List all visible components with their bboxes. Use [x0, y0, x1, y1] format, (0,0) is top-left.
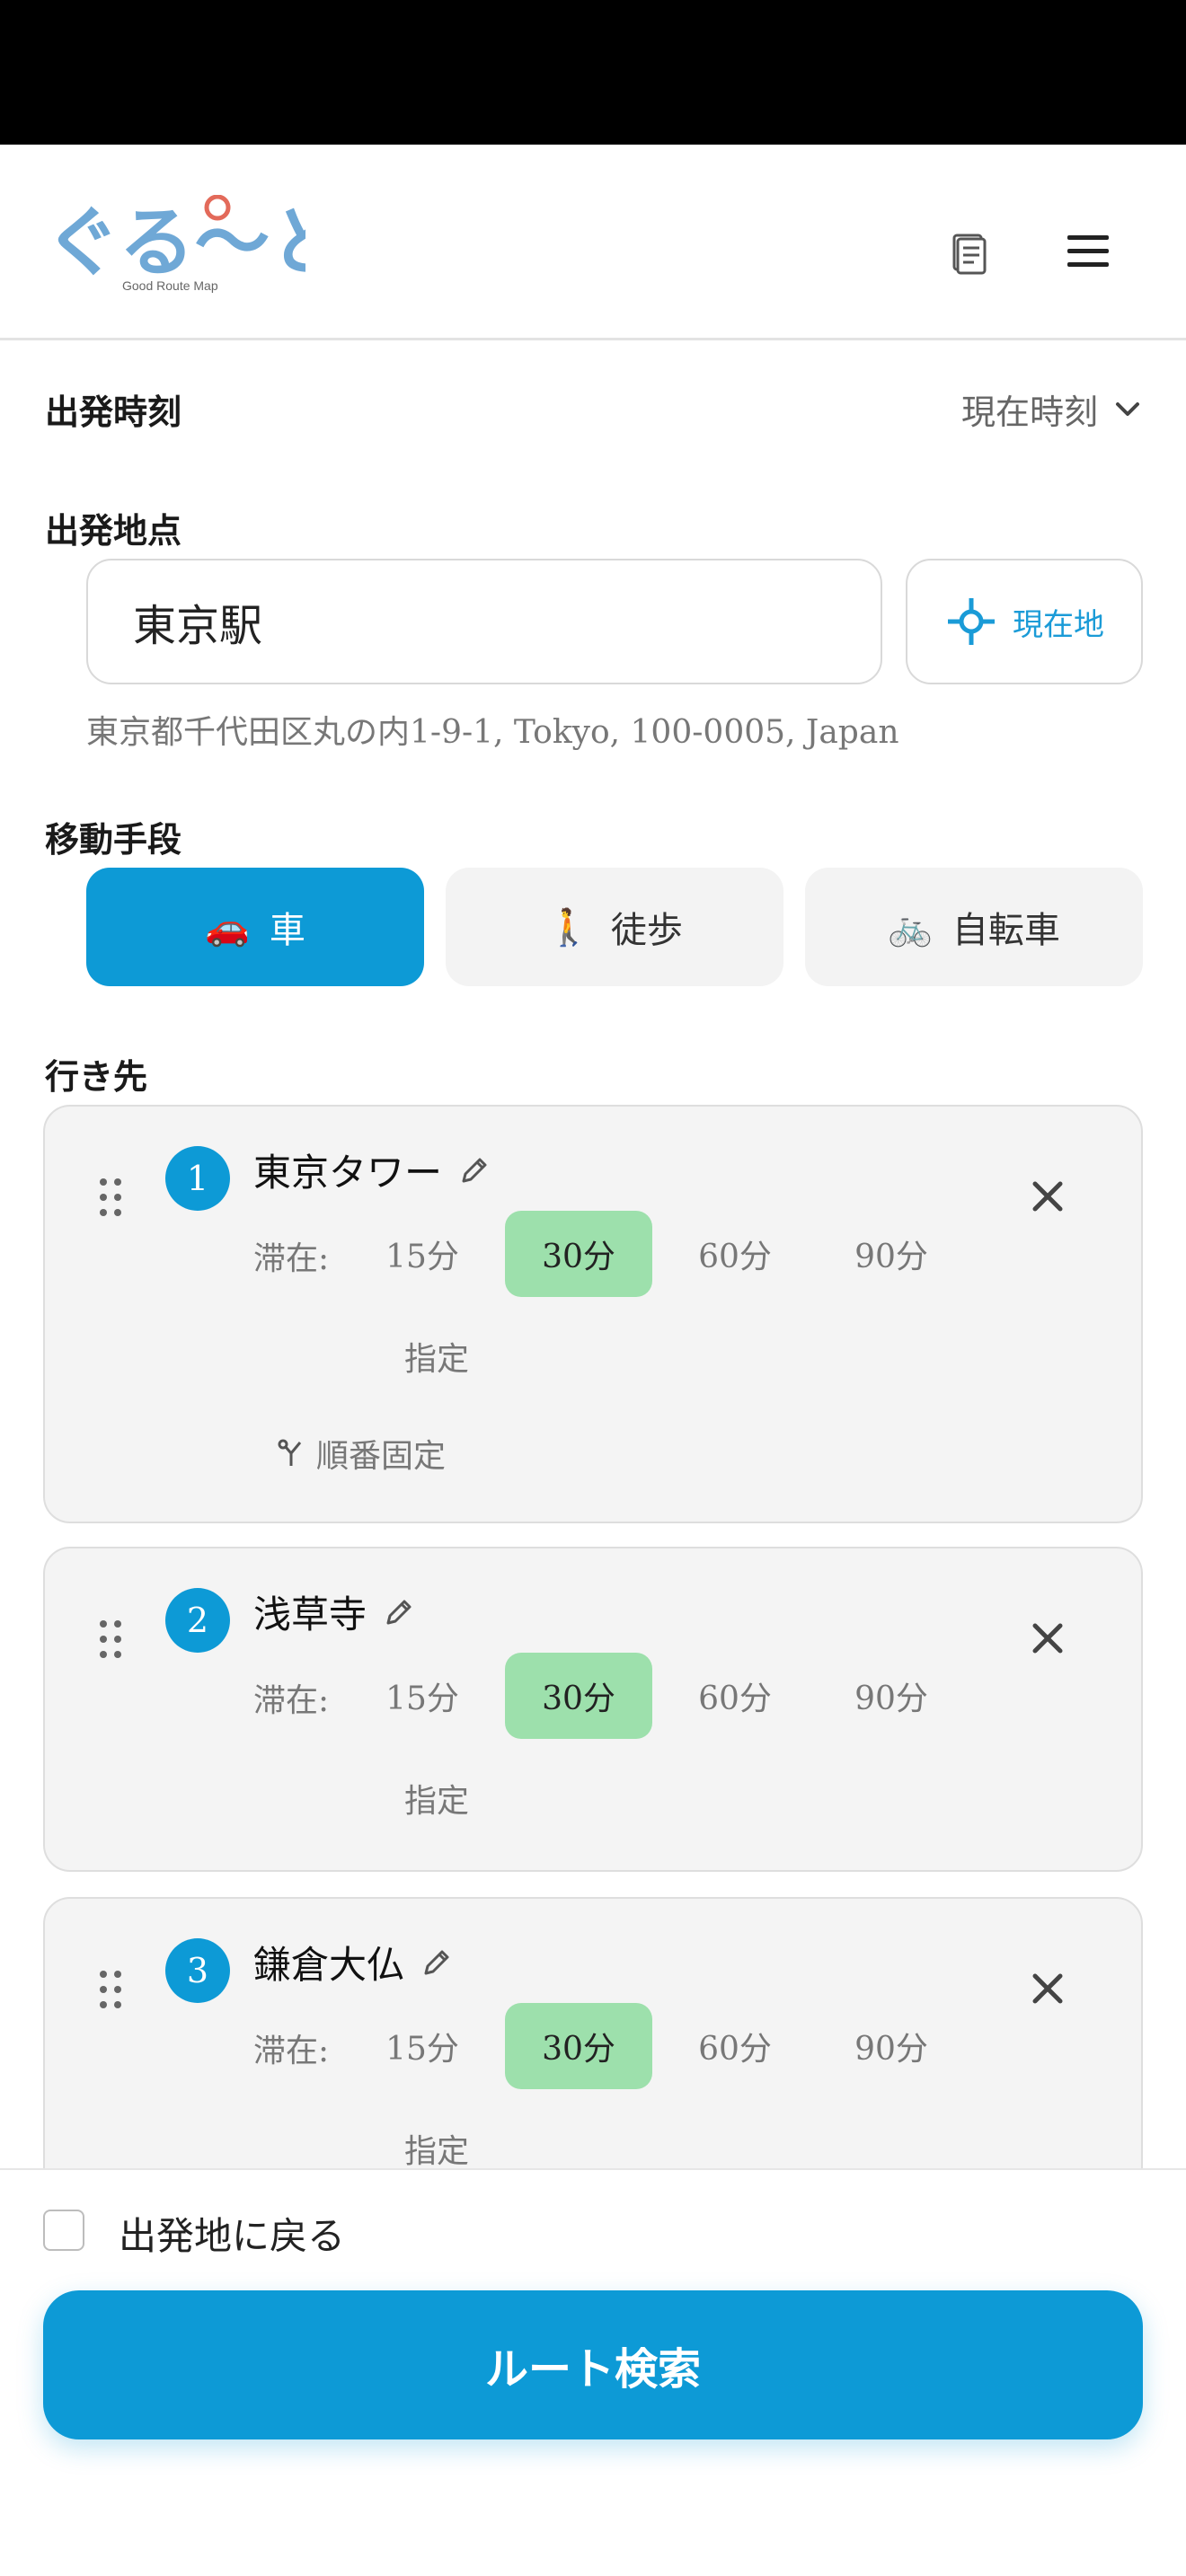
destination-card-2: 2 浅草寺 滞在: 15分 30分 60分 90分 指定 — [43, 1547, 1143, 1872]
walking-icon: 🚶 — [546, 906, 591, 948]
stay-option-30[interactable]: 30分 — [505, 1211, 652, 1297]
stay-option-60[interactable]: 60分 — [661, 1653, 809, 1739]
departure-time-value: 現在時刻 — [960, 393, 1098, 432]
crosshair-icon — [948, 598, 995, 645]
lock-order-toggle[interactable]: 順番固定 — [275, 1430, 446, 1477]
branch-icon — [278, 1439, 302, 1466]
document-icon[interactable] — [947, 230, 992, 275]
stay-option-custom[interactable]: 指定 — [404, 1333, 469, 1380]
transport-label: 移動手段 — [45, 819, 182, 860]
close-icon[interactable] — [1028, 1969, 1067, 2008]
mode-walk-label: 徒歩 — [610, 910, 683, 951]
hamburger-menu-icon[interactable] — [1066, 231, 1111, 272]
stay-label: 滞在: — [253, 1240, 330, 1277]
stay-label: 滞在: — [253, 2033, 330, 2069]
stay-option-15[interactable]: 15分 — [349, 2003, 496, 2089]
mode-bicycle-button[interactable]: 🚲 自転車 — [805, 868, 1143, 986]
mode-bicycle-label: 自転車 — [951, 910, 1060, 951]
mode-car-button[interactable]: 🚗 車 — [86, 868, 424, 986]
drag-handle-icon[interactable] — [97, 1969, 124, 2010]
lock-order-label: 順番固定 — [316, 1438, 447, 1475]
destination-name: 鎌倉大仏 — [253, 1935, 455, 1989]
destination-name-text: 東京タワー — [253, 1151, 443, 1195]
current-location-label: 現在地 — [1013, 606, 1104, 643]
destination-number: 1 — [165, 1146, 230, 1211]
svg-text:Good Route Map: Good Route Map — [122, 278, 218, 293]
stay-option-90[interactable]: 90分 — [818, 1653, 965, 1739]
departure-time-label: 出発時刻 — [45, 392, 182, 432]
route-search-button[interactable]: ルート検索 — [43, 2290, 1143, 2439]
drag-handle-icon[interactable] — [97, 1619, 124, 1660]
pencil-icon[interactable] — [419, 1945, 455, 1981]
drag-handle-icon[interactable] — [97, 1177, 124, 1218]
destination-name-text: 浅草寺 — [253, 1592, 367, 1636]
mode-car-label: 車 — [269, 910, 305, 951]
stay-option-15[interactable]: 15分 — [349, 1653, 496, 1739]
origin-label: 出発地点 — [45, 510, 182, 551]
pencil-icon[interactable] — [381, 1594, 417, 1630]
chevron-down-icon — [1116, 401, 1139, 416]
svg-text:ぐる〜と: ぐる〜と — [45, 198, 305, 287]
destination-number: 2 — [165, 1588, 230, 1653]
bicycle-icon: 🚲 — [888, 906, 933, 948]
stay-option-60[interactable]: 60分 — [661, 2003, 809, 2089]
origin-value: 東京駅 — [133, 601, 263, 651]
stay-option-90[interactable]: 90分 — [818, 1211, 965, 1297]
stay-option-custom[interactable]: 指定 — [404, 2125, 469, 2172]
stay-option-15[interactable]: 15分 — [349, 1211, 496, 1297]
destination-card-1: 1 東京タワー 滞在: 15分 30分 60分 90分 指定 順番固定 — [43, 1105, 1143, 1523]
departure-time-select[interactable]: 現在時刻 — [961, 384, 1141, 434]
stay-option-custom[interactable]: 指定 — [404, 1775, 469, 1822]
bottom-action-panel: 出発地に戻る ルート検索 — [0, 2168, 1186, 2576]
destination-number: 3 — [165, 1938, 230, 2003]
return-to-origin-label[interactable]: 出発地に戻る — [119, 2206, 345, 2261]
app-logo[interactable]: ぐる〜と Good Route Map — [45, 194, 345, 294]
stay-option-60[interactable]: 60分 — [661, 1211, 809, 1297]
destination-name-text: 鎌倉大仏 — [253, 1943, 405, 1987]
return-to-origin-checkbox[interactable] — [43, 2210, 84, 2251]
status-bar — [0, 0, 1186, 145]
stay-label: 滞在: — [253, 1682, 330, 1719]
destination-name: 東京タワー — [253, 1142, 492, 1197]
car-icon: 🚗 — [205, 906, 250, 948]
stay-option-30[interactable]: 30分 — [505, 2003, 652, 2089]
pencil-icon[interactable] — [456, 1152, 492, 1188]
close-icon[interactable] — [1028, 1619, 1067, 1658]
app-header: ぐる〜と Good Route Map — [0, 145, 1186, 340]
origin-address: 東京都千代田区丸の内1-9-1, Tokyo, 100-0005, Japan — [86, 714, 899, 751]
current-location-button[interactable]: 現在地 — [906, 559, 1143, 684]
destination-name: 浅草寺 — [253, 1584, 417, 1639]
close-icon[interactable] — [1028, 1177, 1067, 1216]
stay-option-90[interactable]: 90分 — [818, 2003, 965, 2089]
stay-option-30[interactable]: 30分 — [505, 1653, 652, 1739]
destinations-label: 行き先 — [45, 1056, 148, 1097]
mode-walk-button[interactable]: 🚶 徒歩 — [446, 868, 783, 986]
origin-input[interactable]: 東京駅 — [86, 559, 882, 684]
